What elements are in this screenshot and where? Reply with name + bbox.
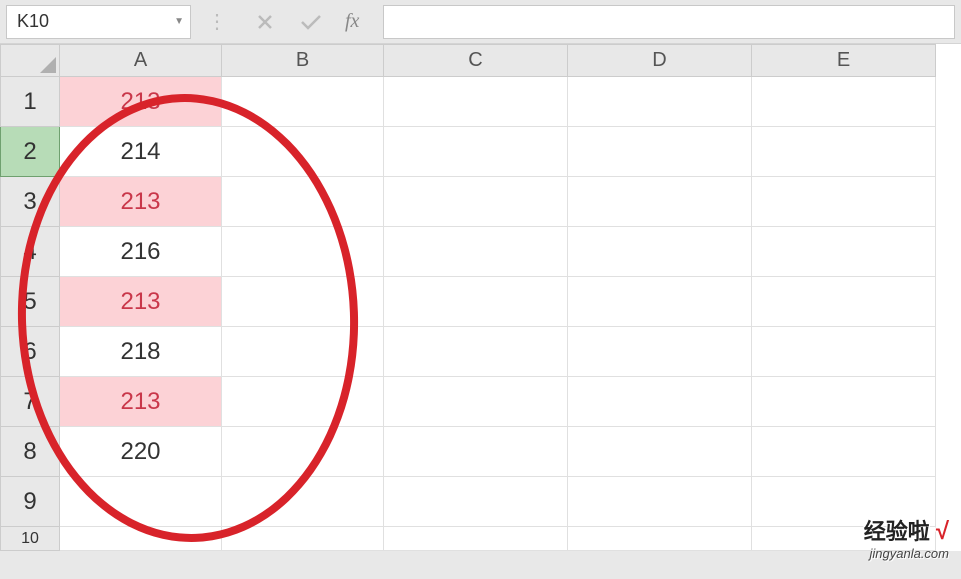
cancel-icon[interactable]	[253, 13, 277, 31]
table-row: 7213	[1, 377, 936, 427]
cell[interactable]	[222, 77, 384, 127]
row-header[interactable]: 9	[1, 477, 60, 527]
cell[interactable]	[384, 277, 568, 327]
fx-controls: fx	[241, 10, 371, 33]
cell[interactable]	[568, 477, 752, 527]
row-header[interactable]: 3	[1, 177, 60, 227]
cell[interactable]	[222, 227, 384, 277]
cell[interactable]: 220	[60, 427, 222, 477]
grid-table: A B C D E 121322143213421652136218721382…	[0, 44, 936, 551]
name-box[interactable]: K10 ▼	[6, 5, 191, 39]
cell[interactable]	[222, 177, 384, 227]
name-box-value: K10	[17, 11, 49, 32]
table-row: 10	[1, 527, 936, 551]
table-row: 8220	[1, 427, 936, 477]
cell[interactable]	[568, 127, 752, 177]
cell[interactable]: 214	[60, 127, 222, 177]
col-header-C[interactable]: C	[384, 45, 568, 77]
row-header[interactable]: 8	[1, 427, 60, 477]
row-header[interactable]: 4	[1, 227, 60, 277]
cell[interactable]	[752, 477, 936, 527]
cell[interactable]	[222, 327, 384, 377]
table-row: 6218	[1, 327, 936, 377]
cell[interactable]	[752, 527, 936, 551]
cell[interactable]	[568, 77, 752, 127]
cell[interactable]	[60, 477, 222, 527]
select-all-corner[interactable]	[1, 45, 60, 77]
formula-bar: K10 ▼ ⋮ fx	[0, 0, 961, 44]
cell[interactable]	[568, 277, 752, 327]
cell[interactable]	[752, 427, 936, 477]
dropdown-icon[interactable]: ▼	[174, 16, 184, 27]
cell[interactable]	[752, 77, 936, 127]
cell[interactable]	[568, 427, 752, 477]
col-header-D[interactable]: D	[568, 45, 752, 77]
cell[interactable]	[222, 527, 384, 551]
cell[interactable]	[60, 527, 222, 551]
cell[interactable]	[384, 377, 568, 427]
cell[interactable]	[568, 177, 752, 227]
row-header[interactable]: 1	[1, 77, 60, 127]
table-row: 4216	[1, 227, 936, 277]
cell[interactable]: 218	[60, 327, 222, 377]
cell[interactable]: 213	[60, 177, 222, 227]
cell[interactable]	[752, 227, 936, 277]
table-row: 1213	[1, 77, 936, 127]
formula-input[interactable]	[383, 5, 955, 39]
table-row: 9	[1, 477, 936, 527]
cell[interactable]	[222, 377, 384, 427]
col-header-A[interactable]: A	[60, 45, 222, 77]
divider-icon: ⋮	[203, 9, 229, 34]
cell[interactable]	[222, 127, 384, 177]
cell[interactable]	[752, 277, 936, 327]
row-header[interactable]: 10	[1, 527, 60, 551]
cell[interactable]: 216	[60, 227, 222, 277]
row-header[interactable]: 2	[1, 127, 60, 177]
table-row: 3213	[1, 177, 936, 227]
cell[interactable]	[752, 327, 936, 377]
cell[interactable]	[384, 77, 568, 127]
cell[interactable]: 213	[60, 277, 222, 327]
table-row: 5213	[1, 277, 936, 327]
cell[interactable]	[568, 377, 752, 427]
cell[interactable]	[384, 177, 568, 227]
col-header-E[interactable]: E	[752, 45, 936, 77]
cell[interactable]	[384, 527, 568, 551]
cell[interactable]	[384, 427, 568, 477]
cell[interactable]	[222, 427, 384, 477]
cell[interactable]	[752, 127, 936, 177]
confirm-icon[interactable]	[299, 13, 323, 31]
cell[interactable]	[384, 477, 568, 527]
cell[interactable]	[222, 277, 384, 327]
table-row: 2214	[1, 127, 936, 177]
cell[interactable]	[222, 477, 384, 527]
cell[interactable]	[384, 327, 568, 377]
row-header[interactable]: 7	[1, 377, 60, 427]
fx-label[interactable]: fx	[345, 10, 359, 33]
cell[interactable]: 213	[60, 77, 222, 127]
cell[interactable]	[568, 227, 752, 277]
cell[interactable]: 213	[60, 377, 222, 427]
cell[interactable]	[384, 227, 568, 277]
cell[interactable]	[752, 377, 936, 427]
cell[interactable]	[568, 527, 752, 551]
spreadsheet-grid: A B C D E 121322143213421652136218721382…	[0, 44, 961, 551]
cell[interactable]	[384, 127, 568, 177]
column-header-row: A B C D E	[1, 45, 936, 77]
col-header-B[interactable]: B	[222, 45, 384, 77]
cell[interactable]	[752, 177, 936, 227]
row-header[interactable]: 6	[1, 327, 60, 377]
row-header[interactable]: 5	[1, 277, 60, 327]
cell[interactable]	[568, 327, 752, 377]
